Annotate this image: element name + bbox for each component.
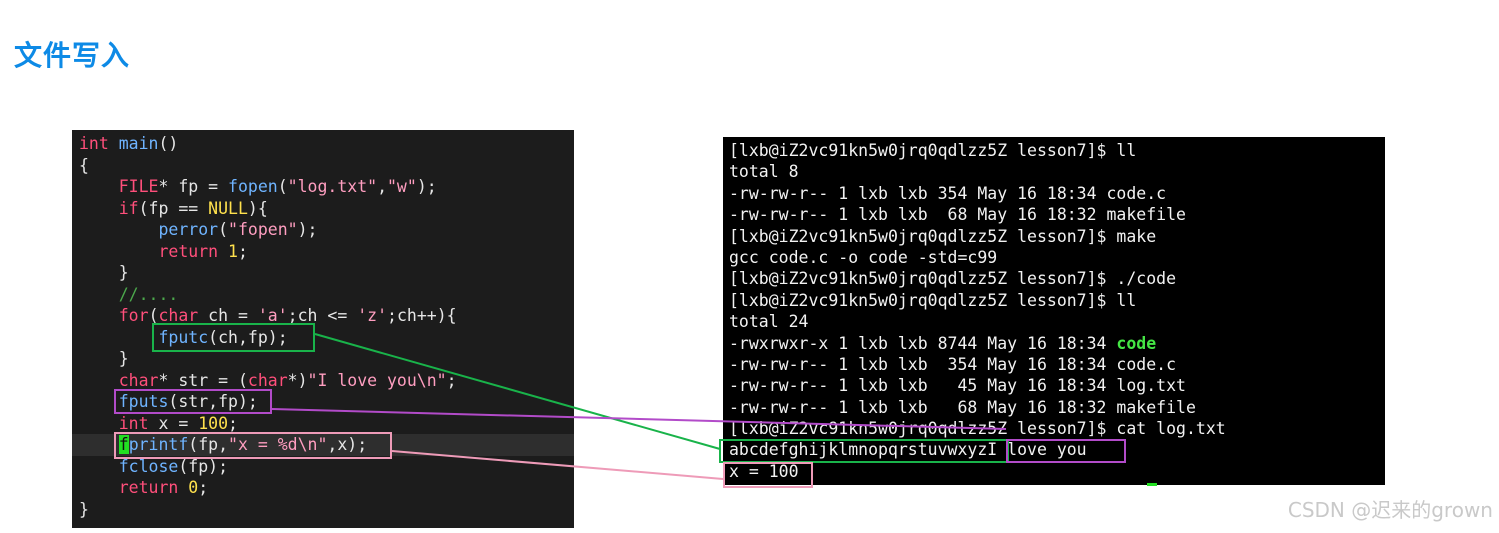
- connector-lines: [271, 333, 1007, 480]
- watermark: CSDN @迟来的grown: [1287, 498, 1493, 522]
- fprintf-connector: [391, 450, 724, 480]
- fputc-connector: [314, 333, 721, 450]
